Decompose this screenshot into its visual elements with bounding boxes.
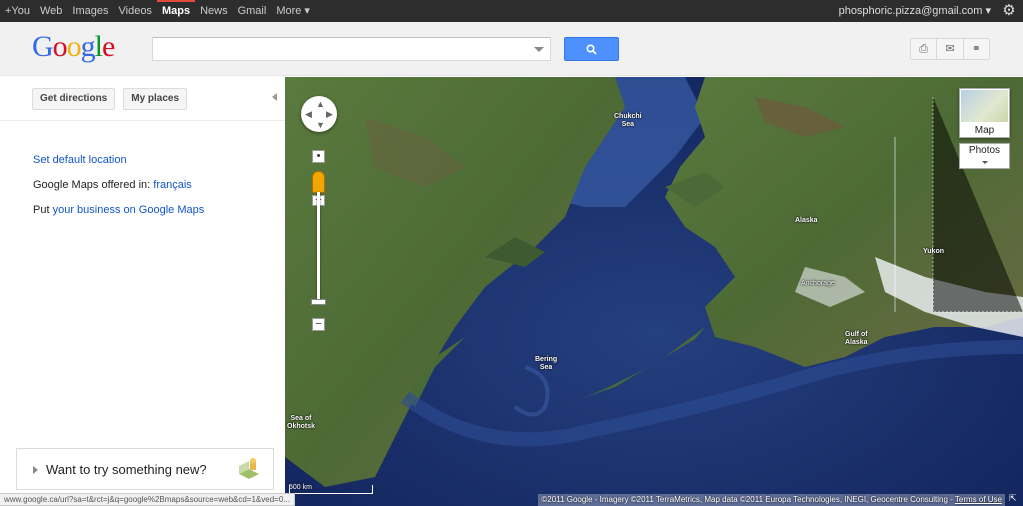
map-label-yukon: Yukon bbox=[923, 248, 945, 255]
nav-news[interactable]: News bbox=[195, 0, 233, 22]
search-box bbox=[152, 37, 551, 61]
nav-you[interactable]: +You bbox=[0, 0, 35, 22]
pegman-icon[interactable] bbox=[312, 171, 325, 193]
satellite-imagery bbox=[285, 77, 1023, 506]
search-button[interactable] bbox=[564, 37, 619, 61]
copyright-text: ©2011 Google - Imagery ©2011 TerraMetric… bbox=[541, 495, 953, 504]
map-label-sea-of-okhotsk: Sea of Okhotsk bbox=[287, 415, 316, 430]
business-link[interactable]: your business on Google Maps bbox=[53, 204, 205, 216]
try-something-new-box[interactable]: Want to try something new? bbox=[16, 448, 274, 490]
map-thumbnail bbox=[961, 90, 1008, 122]
gear-icon[interactable]: ⚙ bbox=[1001, 3, 1017, 19]
my-location-icon[interactable]: • bbox=[312, 150, 325, 163]
map-label-chukchi-sea: Chukchi Sea bbox=[614, 113, 642, 128]
terms-of-use-link[interactable]: Terms of Use bbox=[955, 495, 1002, 504]
language-link[interactable]: français bbox=[153, 179, 192, 191]
maps-header: Google ⎙ ✉ ⚭ bbox=[0, 22, 1023, 76]
expand-arrow-icon bbox=[33, 466, 38, 474]
resize-corner-icon[interactable]: ⇱ bbox=[1009, 493, 1021, 505]
zoom-out-button[interactable]: − bbox=[312, 318, 325, 331]
my-places-button[interactable]: My places bbox=[123, 88, 188, 110]
set-default-location-link[interactable]: Set default location bbox=[33, 154, 127, 166]
try-new-label: Want to try something new? bbox=[46, 462, 207, 477]
map-canvas[interactable]: Chukchi Sea Alaska Yukon Anchorage Gulf o… bbox=[285, 77, 1023, 506]
search-input[interactable] bbox=[153, 38, 523, 60]
nav-maps[interactable]: Maps bbox=[156, 0, 196, 22]
zoom-slider-thumb[interactable] bbox=[311, 299, 326, 305]
collapse-panel-icon[interactable] bbox=[272, 93, 277, 101]
left-panel: Get directions My places Set default loc… bbox=[0, 77, 285, 506]
pan-left-icon[interactable]: ◀ bbox=[305, 109, 312, 120]
account-menu[interactable]: phosphoric.pizza@gmail.com ▾ bbox=[839, 0, 991, 22]
photos-layer-button[interactable]: Photos bbox=[959, 143, 1010, 169]
nav-videos[interactable]: Videos bbox=[114, 0, 157, 22]
labs-map-icon bbox=[239, 458, 259, 479]
print-icon[interactable]: ⎙ bbox=[911, 39, 938, 59]
google-services-nav: +You Web Images Videos Maps News Gmail M… bbox=[0, 0, 315, 22]
offered-in-label: Google Maps offered in: bbox=[33, 179, 151, 191]
pan-up-icon[interactable]: ▲ bbox=[316, 99, 325, 109]
map-type-label: Map bbox=[974, 125, 995, 136]
nav-images[interactable]: Images bbox=[67, 0, 113, 22]
map-copyright: ©2011 Google - Imagery ©2011 TerraMetric… bbox=[538, 494, 1005, 506]
top-nav-bar: +You Web Images Videos Maps News Gmail M… bbox=[0, 0, 1023, 22]
map-label-anchorage: Anchorage bbox=[801, 280, 835, 287]
panel-links: Set default location Google Maps offered… bbox=[33, 148, 204, 223]
search-dropdown-icon[interactable] bbox=[534, 47, 544, 52]
get-directions-button[interactable]: Get directions bbox=[32, 88, 116, 110]
map-label-alaska: Alaska bbox=[795, 217, 818, 224]
google-logo[interactable]: Google bbox=[32, 30, 115, 64]
put-label: Put bbox=[33, 204, 50, 216]
search-icon bbox=[586, 44, 597, 55]
scale-label: 500 km bbox=[289, 484, 312, 491]
divider bbox=[0, 120, 285, 121]
status-bar-url: www.google.ca/url?sa=t&rct=j&q=google%2B… bbox=[0, 493, 295, 506]
photos-label: Photos bbox=[968, 145, 1001, 156]
pan-control[interactable]: ▲ ▼ ◀ ▶ bbox=[301, 96, 337, 132]
pan-down-icon[interactable]: ▼ bbox=[316, 120, 325, 130]
link-icon[interactable]: ⚭ bbox=[964, 39, 989, 59]
email-icon[interactable]: ✉ bbox=[937, 39, 964, 59]
map-tools: ⎙ ✉ ⚭ bbox=[910, 38, 990, 60]
nav-gmail[interactable]: Gmail bbox=[233, 0, 272, 22]
zoom-control: • + − bbox=[311, 150, 326, 332]
nav-more[interactable]: More ▾ bbox=[271, 0, 315, 22]
chevron-down-icon bbox=[982, 161, 988, 164]
map-type-toggle[interactable]: Map bbox=[959, 88, 1010, 138]
nav-web[interactable]: Web bbox=[35, 0, 67, 22]
map-label-bering-sea: Bering Sea bbox=[535, 356, 558, 371]
pan-right-icon[interactable]: ▶ bbox=[326, 109, 333, 120]
zoom-slider-track[interactable] bbox=[317, 192, 320, 304]
map-label-gulf-of-alaska: Gulf of Alaska bbox=[845, 331, 868, 346]
